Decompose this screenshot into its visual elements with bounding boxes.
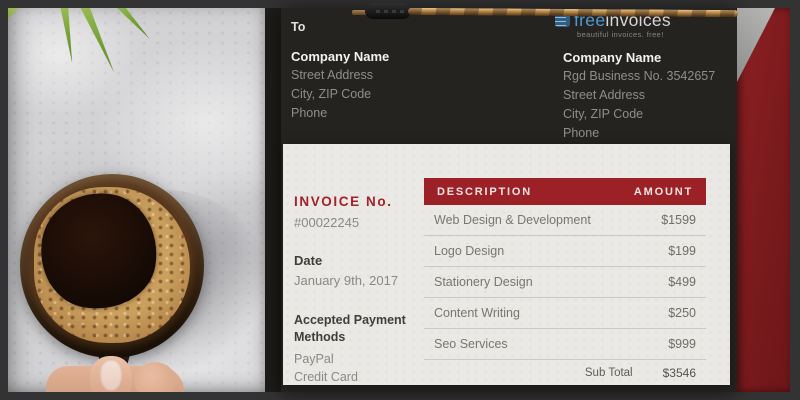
hand-finger bbox=[134, 362, 176, 392]
payment-method-credit-card: Credit Card bbox=[294, 369, 422, 385]
paper-corner bbox=[737, 8, 775, 82]
bill-to-company: Company Name bbox=[291, 49, 389, 64]
subtotal-label: Sub Total bbox=[585, 367, 633, 379]
item-description: Logo Design bbox=[434, 244, 504, 258]
table-row: Logo Design $199 bbox=[424, 236, 706, 267]
invoice-mockup-scene: To Company Name Street Address City, ZIP… bbox=[0, 0, 800, 400]
coffee-photo bbox=[8, 8, 265, 392]
items-table: DESCRIPTION AMOUNT Web Design & Developm… bbox=[424, 178, 706, 385]
red-leather-folder bbox=[737, 8, 790, 392]
invoice-no-label: INVOICE No. bbox=[294, 194, 422, 209]
invoice-details: INVOICE No. #00022245 Date January 9th, … bbox=[294, 194, 422, 385]
item-amount: $199 bbox=[668, 244, 696, 258]
thumb-nail bbox=[100, 360, 122, 391]
bill-to-label: To bbox=[291, 20, 389, 34]
pen-clip bbox=[365, 3, 411, 19]
coffee-mug bbox=[20, 174, 204, 358]
bill-to-phone: Phone bbox=[291, 105, 389, 121]
date-label: Date bbox=[294, 253, 422, 268]
item-description: Stationery Design bbox=[434, 275, 533, 289]
payment-method-paypal: PayPal bbox=[294, 351, 422, 367]
items-table-header: DESCRIPTION AMOUNT bbox=[424, 178, 706, 205]
bill-to-block: To Company Name Street Address City, ZIP… bbox=[291, 20, 389, 121]
item-amount: $999 bbox=[668, 337, 696, 351]
invoice-sheet: INVOICE No. #00022245 Date January 9th, … bbox=[283, 144, 730, 385]
item-description: Web Design & Development bbox=[434, 213, 591, 227]
bill-to-street: Street Address bbox=[291, 67, 389, 83]
table-row: Stationery Design $499 bbox=[424, 267, 706, 298]
table-row: Seo Services $999 bbox=[424, 329, 706, 360]
pen bbox=[352, 1, 738, 21]
table-row: Content Writing $250 bbox=[424, 298, 706, 329]
seller-block: Company Name Rgd Business No. 3542657 St… bbox=[563, 50, 715, 141]
seller-city: City, ZIP Code bbox=[563, 106, 715, 122]
seller-reg-no: Rgd Business No. 3542657 bbox=[563, 68, 715, 84]
item-amount: $499 bbox=[668, 275, 696, 289]
subtotal-amount: $3546 bbox=[663, 366, 696, 380]
seller-phone: Phone bbox=[563, 125, 715, 141]
table-row: Web Design & Development $1599 bbox=[424, 205, 706, 236]
plant-leaf-icon bbox=[8, 8, 24, 46]
amount-header: AMOUNT bbox=[634, 186, 693, 198]
payment-methods-label: Accepted Payment Methods bbox=[294, 312, 414, 346]
plant-leaf-icon bbox=[56, 8, 79, 64]
seller-street: Street Address bbox=[563, 87, 715, 103]
pen-shaft bbox=[408, 8, 738, 17]
bill-to-city: City, ZIP Code bbox=[291, 86, 389, 102]
subtotal-row: Sub Total $3546 bbox=[424, 360, 706, 385]
item-description: Content Writing bbox=[434, 306, 520, 320]
item-amount: $250 bbox=[668, 306, 696, 320]
plant-leaf-icon bbox=[106, 8, 155, 44]
description-header: DESCRIPTION bbox=[437, 186, 532, 198]
invoice-no-value: #00022245 bbox=[294, 215, 422, 230]
date-value: January 9th, 2017 bbox=[294, 273, 422, 288]
item-description: Seo Services bbox=[434, 337, 508, 351]
seller-company: Company Name bbox=[563, 50, 715, 65]
brand-tagline: beautiful invoices. free! bbox=[577, 30, 664, 39]
item-amount: $1599 bbox=[661, 213, 696, 227]
plant-leaf-icon bbox=[73, 8, 122, 76]
